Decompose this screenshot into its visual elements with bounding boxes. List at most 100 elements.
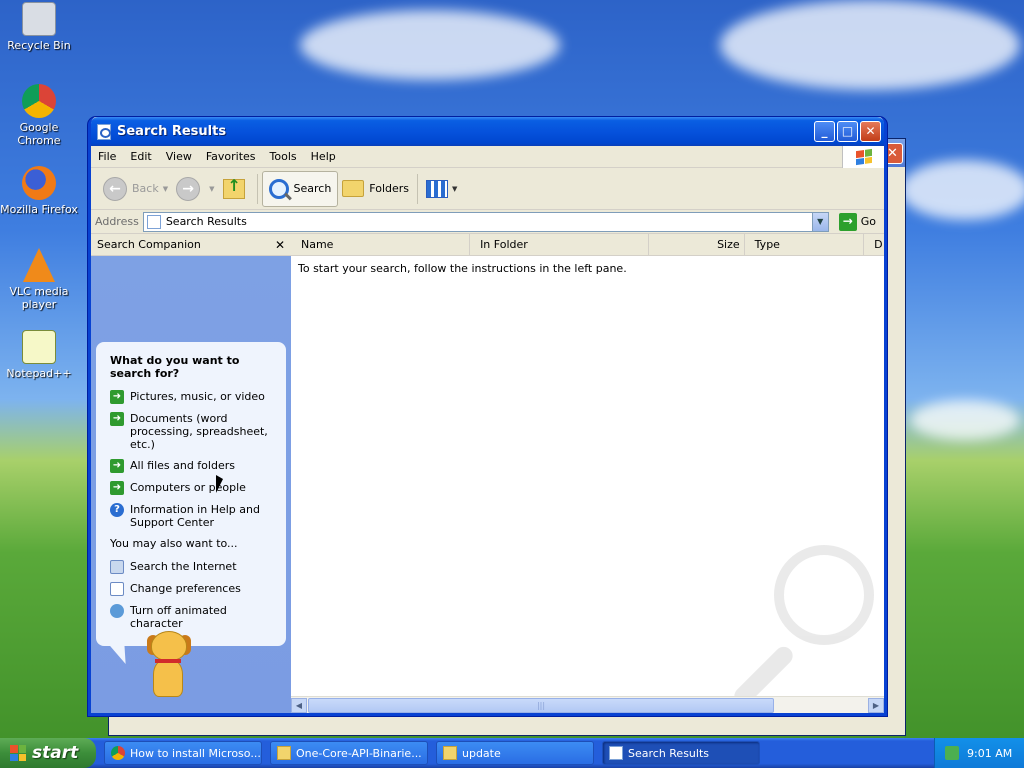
menu-view[interactable]: View [159, 150, 199, 163]
recycle-bin-icon [22, 2, 56, 36]
address-bar: Address Search Results ▼ → Go [91, 210, 884, 234]
green-arrow-icon: ➜ [110, 459, 124, 473]
search-companion-header: Search Companion ✕ [91, 234, 291, 256]
menu-file[interactable]: File [91, 150, 123, 163]
option-pictures-music-video[interactable]: ➜ Pictures, music, or video [110, 390, 276, 404]
address-label: Address [95, 215, 139, 228]
taskbar: start How to install Microso... One-Core… [0, 738, 1024, 768]
cloud [300, 10, 560, 80]
views-dropdown-icon: ▼ [452, 184, 458, 193]
green-arrow-icon: ➜ [110, 412, 124, 426]
system-tray: 9:01 AM [934, 738, 1024, 768]
folder-icon [443, 746, 457, 760]
column-type[interactable]: Type [745, 234, 865, 255]
search-window-icon [97, 123, 111, 140]
search-companion-title: Search Companion [97, 238, 201, 251]
option-computers-people[interactable]: ➜ Computers or people [110, 481, 276, 495]
menu-help[interactable]: Help [304, 150, 343, 163]
views-button[interactable]: ▼ [422, 171, 461, 207]
forward-button[interactable]: → ▼ [172, 171, 218, 207]
menu-edit[interactable]: Edit [123, 150, 158, 163]
search-companion-pane: Search Companion ✕ What do you want to s… [91, 234, 291, 713]
desktop-icon-chrome[interactable]: Google Chrome [0, 84, 78, 147]
network-icon[interactable] [945, 746, 959, 760]
search-balloon: What do you want to search for? ➜ Pictur… [96, 342, 286, 646]
search-button[interactable]: Search [261, 170, 339, 207]
taskbar-item-chrome[interactable]: How to install Microso... [104, 741, 262, 765]
magnifier-watermark-icon [724, 545, 874, 709]
also-label: You may also want to... [110, 537, 238, 550]
option-all-files-folders[interactable]: ➜ All files and folders [110, 459, 276, 473]
help-icon: ? [110, 503, 124, 517]
desktop-icon-vlc[interactable]: VLC media player [0, 248, 78, 311]
character-icon [110, 604, 124, 618]
scroll-right-button[interactable]: ▶ [868, 697, 884, 713]
window-titlebar[interactable]: Search Results _ □ ✕ [91, 117, 884, 146]
search-dog-character[interactable] [141, 631, 197, 703]
search-results-icon [146, 214, 161, 229]
go-button[interactable]: → Go [835, 212, 880, 231]
folder-up-icon [222, 176, 245, 199]
results-hint: To start your search, follow the instruc… [298, 262, 627, 275]
minimize-button[interactable]: _ [814, 121, 835, 142]
menu-tools[interactable]: Tools [263, 150, 304, 163]
folders-button[interactable]: Folders [338, 171, 413, 207]
maximize-button[interactable]: □ [837, 121, 858, 142]
results-pane: Name In Folder Size Type D To start your… [291, 234, 884, 713]
close-button[interactable]: ✕ [860, 121, 881, 142]
results-column-headers: Name In Folder Size Type D [291, 234, 884, 256]
back-button[interactable]: ← Back ▼ [99, 171, 172, 207]
up-folder-button[interactable] [219, 171, 253, 207]
address-dropdown-button[interactable]: ▼ [811, 212, 828, 231]
companion-close-icon[interactable]: ✕ [275, 238, 285, 252]
internet-search-icon [110, 560, 124, 574]
option-documents[interactable]: ➜ Documents (word processing, spreadshee… [110, 412, 276, 451]
desktop-icon-notepadpp[interactable]: Notepad++ [0, 330, 78, 380]
toolbar-separator [417, 173, 419, 204]
start-button[interactable]: start [0, 738, 96, 768]
mouse-cursor-icon [216, 475, 223, 493]
desktop-icon-recycle-bin[interactable]: Recycle Bin [0, 2, 78, 52]
taskbar-item-update[interactable]: update [436, 741, 594, 765]
option-help-support[interactable]: ? Information in Help and Support Center [110, 503, 276, 529]
green-arrow-icon: ➜ [110, 390, 124, 404]
green-arrow-icon: ➜ [110, 481, 124, 495]
horizontal-scrollbar[interactable]: ◀ ||| ▶ [291, 696, 884, 713]
toolbar: ← Back ▼ → ▼ Search Folders ▼ [91, 168, 884, 210]
scroll-left-button[interactable]: ◀ [291, 697, 307, 713]
menu-favorites[interactable]: Favorites [199, 150, 263, 163]
menu-bar: File Edit View Favorites Tools Help [91, 146, 884, 168]
column-size[interactable]: Size [649, 234, 745, 255]
taskbar-item-search-results[interactable]: Search Results [602, 741, 760, 765]
back-arrow-icon: ← [103, 176, 127, 201]
search-companion-body: What do you want to search for? ➜ Pictur… [91, 256, 291, 713]
content-area: Search Companion ✕ What do you want to s… [91, 234, 884, 713]
vlc-icon [23, 248, 55, 282]
windows-logo-icon [10, 745, 26, 761]
option-change-preferences[interactable]: Change preferences [110, 582, 276, 596]
folder-icon [277, 746, 291, 760]
address-input[interactable]: Search Results ▼ [142, 211, 829, 232]
taskbar-item-one-core-api[interactable]: One-Core-API-Binarie... [270, 741, 428, 765]
notepadpp-icon [22, 330, 56, 364]
scroll-thumb[interactable]: ||| [308, 697, 774, 713]
column-in-folder[interactable]: In Folder [470, 234, 650, 255]
clock[interactable]: 9:01 AM [967, 747, 1012, 760]
forward-arrow-icon: → [176, 176, 201, 201]
desktop-icon-firefox[interactable]: Mozilla Firefox [0, 166, 78, 216]
column-date[interactable]: D [864, 234, 884, 255]
chrome-icon [111, 746, 125, 760]
folders-icon [342, 180, 365, 197]
forward-dropdown-icon[interactable]: ▼ [209, 185, 214, 193]
go-arrow-icon: → [838, 212, 857, 231]
column-name[interactable]: Name [291, 234, 471, 255]
back-dropdown-icon[interactable]: ▼ [163, 185, 168, 193]
address-value: Search Results [165, 215, 247, 228]
search-icon [268, 178, 289, 199]
cloud [910, 400, 1020, 440]
cloud [720, 0, 1020, 90]
search-results-window: Search Results _ □ ✕ File Edit View Favo… [88, 117, 887, 716]
option-search-internet[interactable]: Search the Internet [110, 560, 276, 574]
windows-flag-icon [842, 146, 884, 168]
option-turn-off-character[interactable]: Turn off animated character [110, 604, 276, 630]
